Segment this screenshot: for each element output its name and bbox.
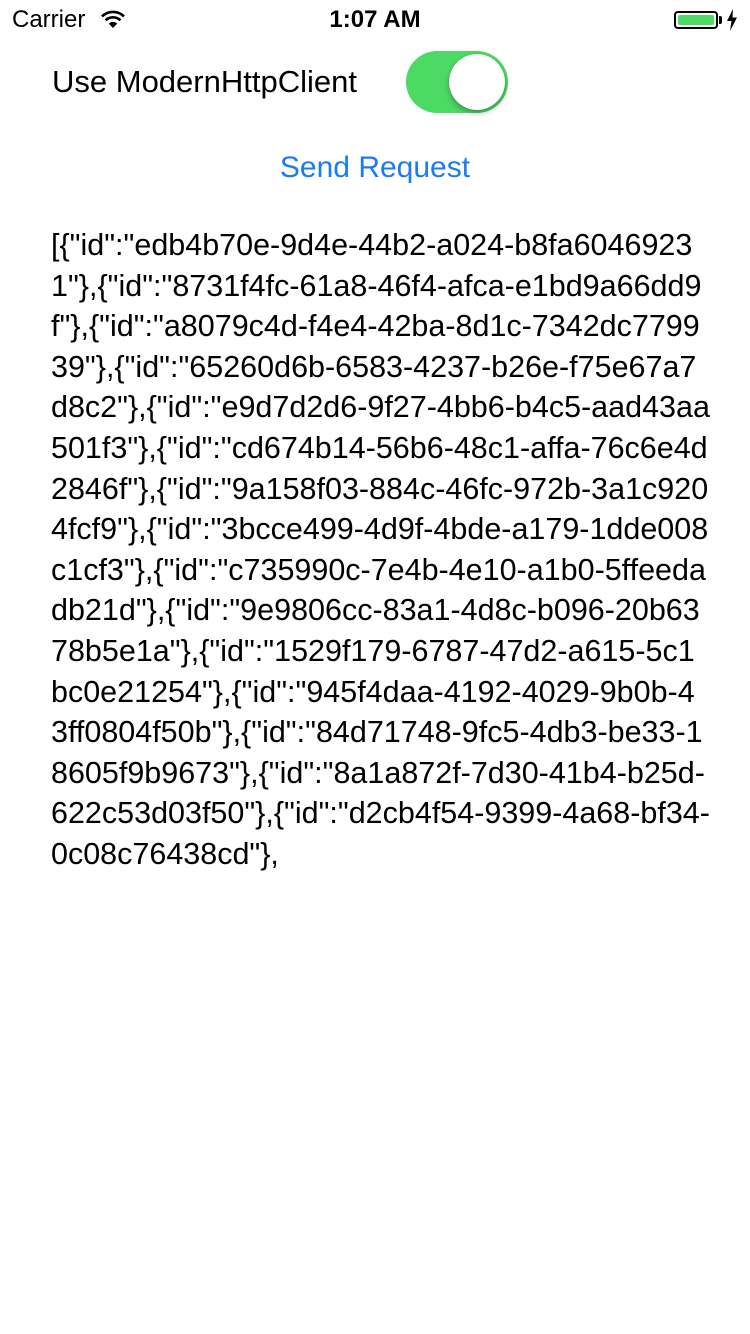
status-time: 1:07 AM <box>329 6 421 33</box>
send-request-button[interactable]: Send Request <box>0 150 750 186</box>
modern-http-client-switch[interactable] <box>406 51 508 113</box>
battery-level <box>678 15 714 25</box>
charging-bolt-icon <box>727 9 737 31</box>
status-bar: Carrier 1:07 AM <box>0 0 750 40</box>
switch-knob[interactable] <box>449 54 505 110</box>
modern-http-client-label: Use ModernHttpClient <box>52 64 357 99</box>
battery-icon <box>674 11 718 29</box>
battery-tip <box>719 16 722 24</box>
app-screen: Carrier 1:07 AM Use ModernHttpClient Sen… <box>0 0 750 1334</box>
response-text: [{"id":"edb4b70e-9d4e-44b2-a024-b8fa6046… <box>51 228 710 871</box>
